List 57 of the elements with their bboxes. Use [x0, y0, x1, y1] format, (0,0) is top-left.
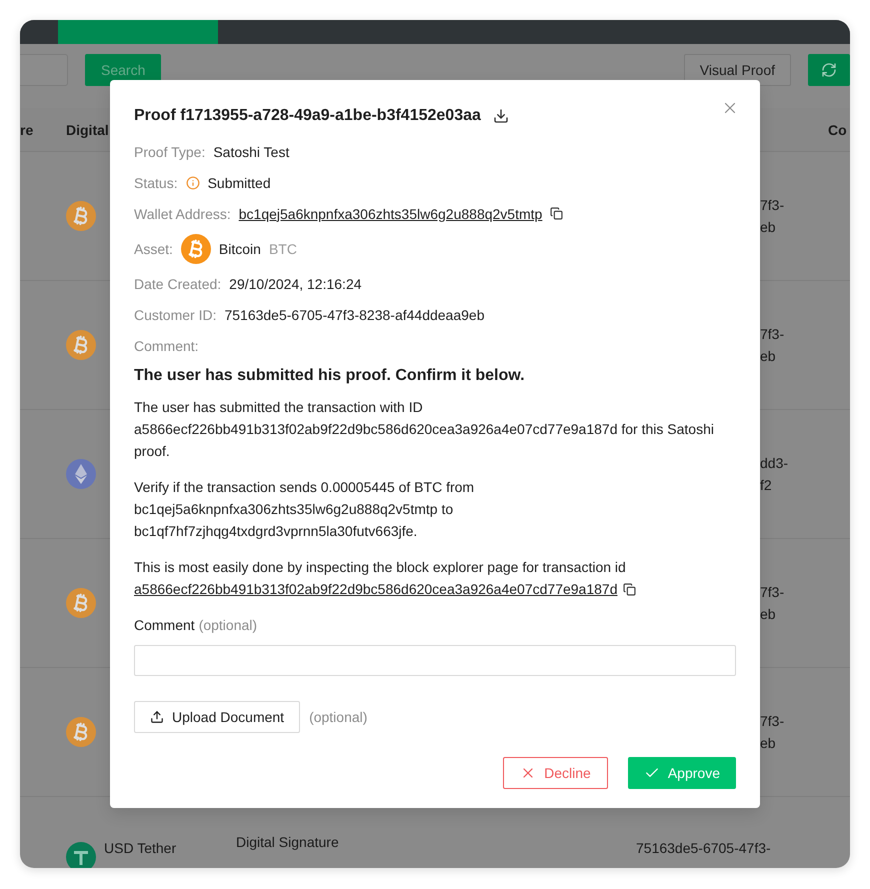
confirm-heading: The user has submitted his proof. Confirm it below.: [134, 366, 526, 386]
field-label: Comment: [134, 616, 195, 635]
bitcoin-icon: [66, 201, 96, 231]
detail-label: Asset:: [134, 240, 173, 256]
refresh-icon: [821, 62, 837, 78]
bitcoin-icon: [66, 588, 96, 618]
detail-value: Satoshi Test: [213, 144, 290, 160]
customer-id: eb: [760, 734, 777, 753]
comment-field[interactable]: [134, 645, 736, 676]
status-value: Submitted: [208, 174, 271, 190]
copy-icon[interactable]: [623, 582, 636, 596]
customer-id: 7f3-: [760, 583, 786, 602]
tether-icon: [66, 842, 96, 868]
detail-label: Customer ID:: [134, 306, 216, 322]
detail-value: 75163de5-6705-47f3-8238-af44ddeaa9eb: [224, 306, 484, 322]
info-icon: [186, 176, 200, 190]
column-header: Co: [828, 122, 848, 138]
instruction-paragraph: The user has submitted the transaction with ID a5866ecf226bb491b313f02ab9f22d9bc586d620cea3a926a4e07cd77e9a187d for this Satoshi proof.: [134, 398, 715, 461]
asset-name: Bitcoin: [218, 240, 261, 256]
detail-label: Comment:: [134, 338, 199, 354]
instruction-paragraph: Verify if the transaction sends 0.00005445 of BTC from bc1qej5a6knpnfxa306zhts35lw6g2u888q2v5tmtp to bc1qf7hf7zjhqg4txdgrd3vprnn5la30futv663jfe.: [134, 478, 476, 541]
proof-type: Digital Signature: [236, 834, 340, 850]
customer-id: dd3-: [760, 454, 790, 473]
copy-icon[interactable]: [550, 207, 564, 220]
asset-code: BTC: [268, 240, 297, 256]
column-header: re: [20, 122, 34, 138]
bitcoin-icon: [66, 717, 96, 747]
detail-label: Status:: [134, 174, 178, 190]
download-icon[interactable]: [492, 108, 509, 124]
detail-label: Proof Type:: [134, 144, 206, 160]
bitcoin-icon: [180, 234, 211, 264]
customer-id: 7f3-: [760, 325, 786, 344]
upload-icon: [150, 710, 164, 724]
customer-id: 7f3-: [760, 712, 786, 731]
transaction-link[interactable]: a5866ecf226bb491b313f02ab9f22d9bc586d620cea3a926a4e07cd77e9a187d: [134, 578, 618, 600]
optional-hint: (optional): [309, 709, 368, 725]
asset-name: USD Tether: [104, 840, 178, 856]
ethereum-icon: [66, 459, 96, 489]
dialog-title: Proof f1713955-a728-49a9-a1be-b3f4152e03aa: [134, 106, 481, 126]
upload-document-button[interactable]: Upload Document: [134, 701, 300, 733]
bitcoin-icon: [66, 330, 96, 360]
search-field[interactable]: [20, 54, 68, 86]
column-header: Digital: [66, 122, 110, 138]
customer-id: eb: [760, 605, 777, 624]
customer-id: 7f3-: [760, 196, 786, 215]
customer-id: 75163de5-6705-47f3-: [636, 840, 772, 856]
detail-label: Date Created:: [134, 276, 222, 292]
customer-id: eb: [760, 218, 777, 237]
refresh-button[interactable]: [808, 54, 850, 86]
customer-id: eb: [760, 347, 777, 366]
customer-id: f2: [760, 476, 773, 495]
detail-label: Wallet Address:: [134, 206, 231, 222]
detail-value: 29/10/2024, 12:16:24: [229, 276, 362, 292]
wallet-address-link[interactable]: bc1qej5a6knpnfxa306zhts35lw6g2u888q2v5tmtp: [238, 206, 542, 222]
decline-button[interactable]: Decline: [503, 757, 608, 789]
instruction-paragraph: This is most easily done by inspecting the block explorer page for transaction id: [134, 558, 627, 577]
optional-hint: (optional): [198, 616, 258, 635]
